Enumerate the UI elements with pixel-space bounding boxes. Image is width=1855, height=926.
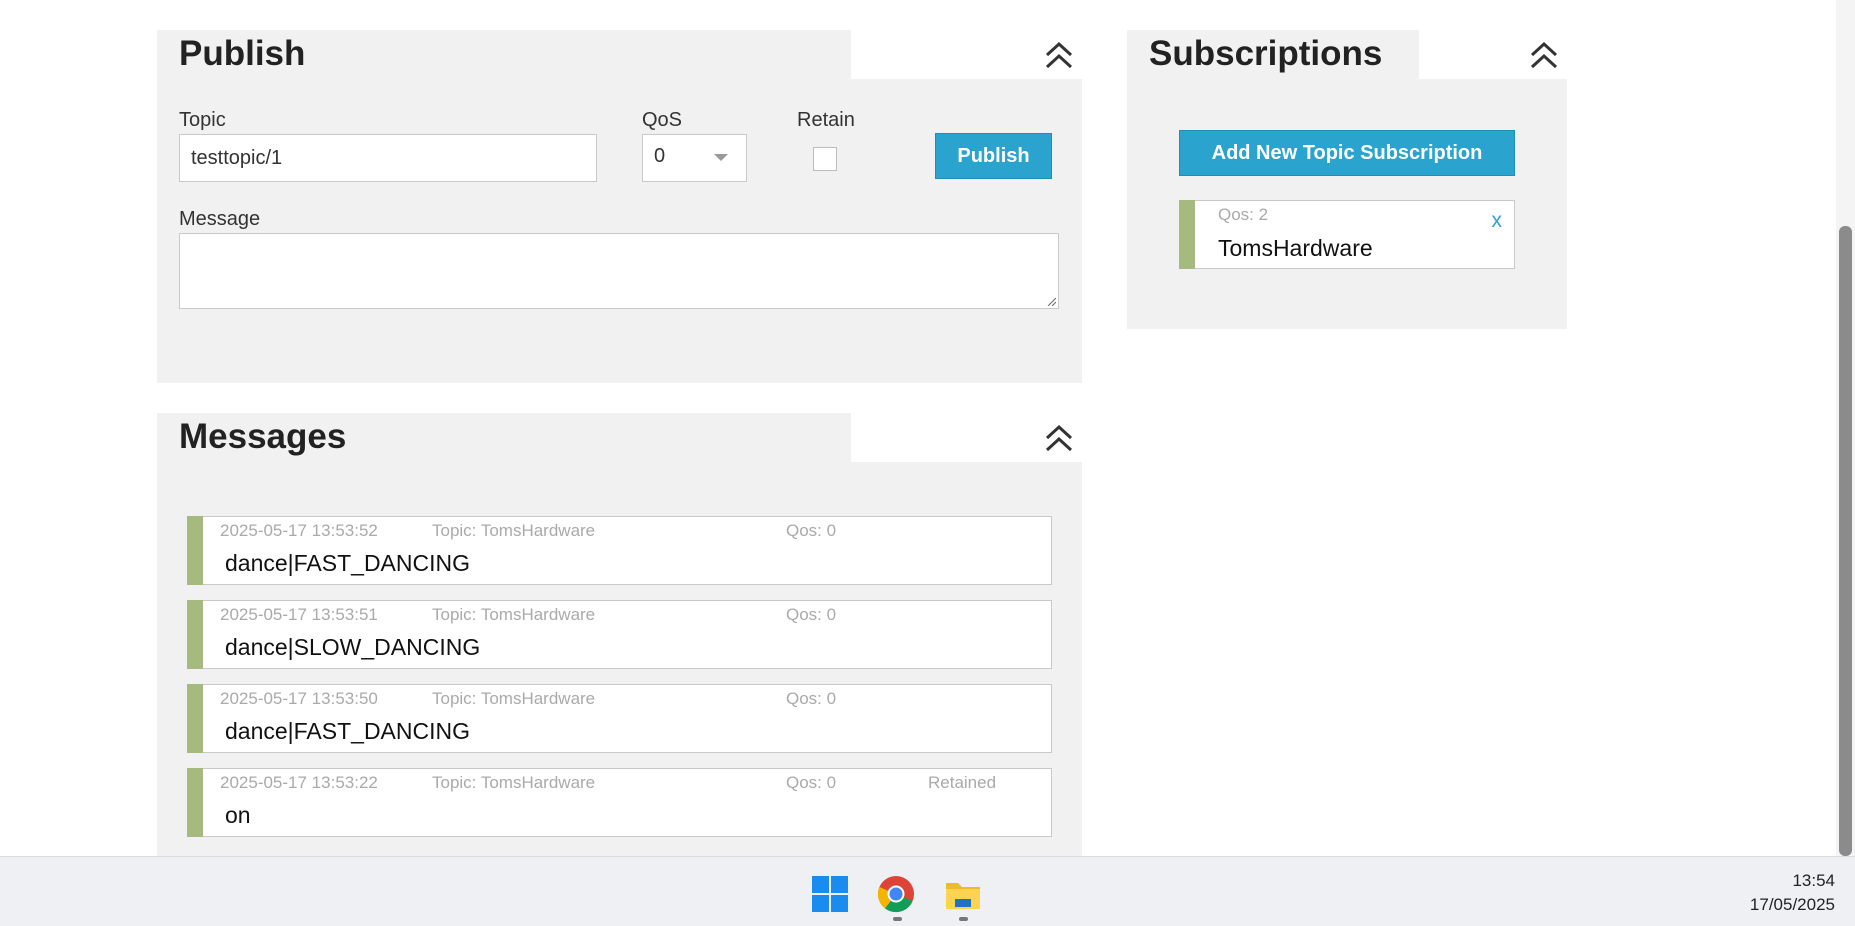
subscription-topic: TomsHardware — [1218, 235, 1373, 261]
message-retained: Retained — [928, 773, 997, 792]
collapse-subscriptions-icon[interactable] — [1527, 38, 1561, 72]
qos-label: QoS — [642, 109, 683, 131]
taskbar: 13:54 17/05/2025 — [0, 856, 1855, 926]
publish-button[interactable]: Publish — [935, 133, 1052, 179]
message-qos: Qos: 0 — [786, 521, 837, 540]
message-topic: Topic: TomsHardware — [432, 521, 596, 540]
message-item[interactable]: 2025-05-17 13:53:52 Topic: TomsHardware … — [187, 516, 1052, 585]
system-clock[interactable]: 13:54 17/05/2025 — [1750, 869, 1835, 917]
message-item[interactable]: 2025-05-17 13:53:22 Topic: TomsHardware … — [187, 768, 1052, 837]
file-explorer-icon[interactable] — [944, 875, 982, 913]
subscription-color-bar — [1179, 200, 1195, 269]
subscriptions-panel: Subscriptions Add New Topic Subscription — [1127, 30, 1567, 329]
retain-checkbox[interactable] — [813, 147, 837, 171]
subscription-qos: Qos: 2 — [1218, 205, 1269, 224]
clock-date: 17/05/2025 — [1749, 895, 1835, 914]
message-timestamp: 2025-05-17 13:53:50 — [220, 689, 378, 708]
message-qos: Qos: 0 — [786, 773, 837, 792]
remove-subscription-icon[interactable]: x — [1492, 209, 1503, 233]
publish-title: Publish — [179, 34, 306, 73]
qos-select[interactable]: 0 — [642, 134, 747, 182]
message-topic: Topic: TomsHardware — [432, 773, 596, 792]
message-color-bar — [187, 684, 203, 753]
message-payload: dance|FAST_DANCING — [225, 718, 471, 744]
mqtt-client-page: Publish Topic QoS 0 Retain Publish Messa… — [0, 0, 1836, 856]
page-scrollbar-thumb[interactable] — [1839, 226, 1852, 856]
message-color-bar — [187, 768, 203, 837]
message-payload: on — [225, 802, 251, 828]
message-timestamp: 2025-05-17 13:53:51 — [220, 605, 378, 624]
message-topic: Topic: TomsHardware — [432, 605, 596, 624]
add-subscription-button[interactable]: Add New Topic Subscription — [1179, 130, 1515, 176]
message-timestamp: 2025-05-17 13:53:52 — [220, 521, 378, 540]
messages-title: Messages — [179, 417, 347, 456]
message-textarea[interactable] — [179, 233, 1059, 309]
resize-grip-icon[interactable] — [1046, 296, 1056, 306]
explorer-running-indicator — [959, 917, 968, 921]
chevron-down-icon — [714, 154, 728, 161]
qos-select-value: 0 — [654, 145, 666, 167]
collapse-publish-icon[interactable] — [1042, 38, 1076, 72]
message-topic: Topic: TomsHardware — [432, 689, 596, 708]
windows-start-icon[interactable] — [811, 875, 849, 913]
message-label: Message — [179, 208, 261, 230]
chrome-running-indicator — [893, 917, 902, 921]
subscriptions-title: Subscriptions — [1149, 34, 1383, 73]
subscription-item[interactable]: Qos: 2 TomsHardware x — [1179, 200, 1515, 269]
message-qos: Qos: 0 — [786, 689, 837, 708]
message-timestamp: 2025-05-17 13:53:22 — [220, 773, 378, 792]
retain-label: Retain — [797, 109, 855, 131]
chrome-icon[interactable] — [877, 875, 915, 913]
message-qos: Qos: 0 — [786, 605, 837, 624]
topic-input[interactable] — [179, 134, 597, 182]
message-color-bar — [187, 600, 203, 669]
message-color-bar — [187, 516, 203, 585]
message-item[interactable]: 2025-05-17 13:53:50 Topic: TomsHardware … — [187, 684, 1052, 753]
clock-time: 13:54 — [1792, 871, 1835, 890]
message-item[interactable]: 2025-05-17 13:53:51 Topic: TomsHardware … — [187, 600, 1052, 669]
topic-label: Topic — [179, 109, 226, 131]
collapse-messages-icon[interactable] — [1042, 421, 1076, 455]
message-payload: dance|SLOW_DANCING — [225, 634, 481, 660]
publish-panel: Publish Topic QoS 0 Retain Publish Messa… — [157, 30, 1082, 383]
message-payload: dance|FAST_DANCING — [225, 550, 471, 576]
